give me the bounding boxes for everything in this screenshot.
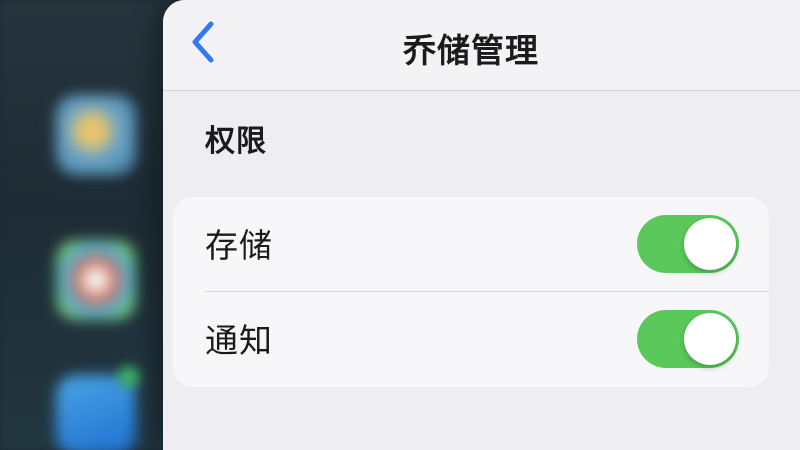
settings-sheet: 乔储管理 权限 存储 通知	[163, 0, 800, 450]
permissions-group: 存储 通知	[173, 197, 769, 387]
screen: 乔储管理 权限 存储 通知	[0, 0, 800, 450]
permission-row-notifications: 通知	[173, 292, 769, 386]
photos-app-icon	[56, 240, 136, 320]
weather-app-icon	[56, 95, 136, 175]
permission-label-notifications: 通知	[205, 321, 273, 360]
chevron-left-icon	[192, 21, 214, 63]
toggle-knob	[684, 313, 736, 365]
toggle-knob	[684, 218, 736, 270]
storage-toggle[interactable]	[637, 215, 739, 273]
back-button[interactable]	[187, 20, 227, 64]
page-title: 乔储管理	[403, 31, 539, 70]
notifications-toggle[interactable]	[637, 310, 739, 368]
section-header-permissions: 权限	[205, 124, 267, 159]
notification-badge	[118, 366, 140, 388]
navigation-bar: 乔储管理	[163, 0, 800, 91]
permission-row-storage: 存储	[173, 197, 769, 292]
permission-label-storage: 存储	[205, 226, 273, 265]
